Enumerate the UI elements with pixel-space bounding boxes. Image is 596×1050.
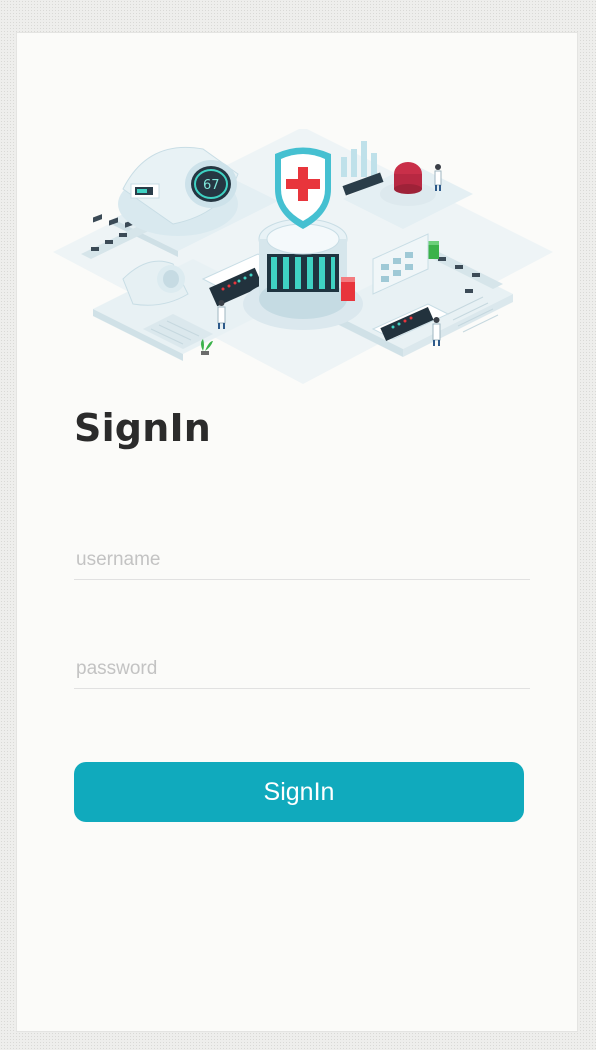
gauge-readout: 67 <box>203 178 220 193</box>
signin-button[interactable]: SignIn <box>74 762 524 822</box>
hospital-illustration: 67 <box>53 129 553 384</box>
username-input[interactable] <box>74 540 530 580</box>
page-background: 67 SignIn username SignIn <box>0 0 596 1050</box>
signin-card: 67 SignIn username SignIn <box>16 32 578 1032</box>
password-input[interactable] <box>74 649 530 689</box>
page-title: SignIn <box>74 406 212 450</box>
